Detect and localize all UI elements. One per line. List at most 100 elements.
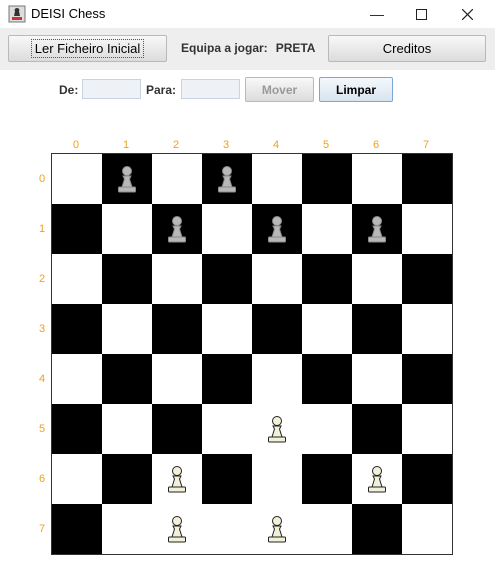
board-square[interactable] <box>252 154 302 204</box>
load-initial-file-button[interactable]: Ler Ficheiro Inicial <box>8 35 167 62</box>
minimize-icon[interactable]: — <box>354 0 400 28</box>
board-square[interactable] <box>352 504 402 554</box>
board-square[interactable] <box>352 204 402 254</box>
pawn-icon[interactable] <box>114 164 140 194</box>
board-square[interactable] <box>152 304 202 354</box>
board-square[interactable] <box>102 504 152 554</box>
board-square[interactable] <box>402 504 452 554</box>
pawn-icon[interactable] <box>264 414 290 444</box>
board-square[interactable] <box>252 354 302 404</box>
row-label: 2 <box>39 273 46 285</box>
chess-app-icon <box>8 5 26 23</box>
board-square[interactable] <box>252 404 302 454</box>
board-square[interactable] <box>102 154 152 204</box>
board-square[interactable] <box>52 254 102 304</box>
board-square[interactable] <box>102 254 152 304</box>
board-square[interactable] <box>302 504 352 554</box>
column-label: 4 <box>273 139 280 151</box>
to-label: Para: <box>146 83 177 97</box>
board-square[interactable] <box>352 404 402 454</box>
board-square[interactable] <box>402 354 452 404</box>
board-square[interactable] <box>352 304 402 354</box>
board-square[interactable] <box>202 154 252 204</box>
board-square[interactable] <box>202 304 252 354</box>
board-square[interactable] <box>152 404 202 454</box>
board-square[interactable] <box>252 504 302 554</box>
credits-button[interactable]: Creditos <box>328 35 486 62</box>
board-square[interactable] <box>402 404 452 454</box>
pawn-icon[interactable] <box>214 164 240 194</box>
row-label: 0 <box>39 173 46 185</box>
board-square[interactable] <box>352 454 402 504</box>
board-square[interactable] <box>302 354 352 404</box>
board-square[interactable] <box>52 454 102 504</box>
pawn-icon[interactable] <box>264 514 290 544</box>
board-square[interactable] <box>102 404 152 454</box>
board-square[interactable] <box>152 204 202 254</box>
from-input[interactable] <box>82 79 141 99</box>
board-square[interactable] <box>302 204 352 254</box>
board-square[interactable] <box>202 404 252 454</box>
clear-button[interactable]: Limpar <box>319 77 393 102</box>
board-square[interactable] <box>352 254 402 304</box>
board-square[interactable] <box>102 454 152 504</box>
column-label: 3 <box>223 139 230 151</box>
pawn-icon[interactable] <box>164 214 190 244</box>
pawn-icon[interactable] <box>164 514 190 544</box>
board-square[interactable] <box>102 204 152 254</box>
board-square[interactable] <box>152 154 202 204</box>
load-initial-file-label: Ler Ficheiro Inicial <box>30 39 145 58</box>
board-square[interactable] <box>202 254 252 304</box>
pawn-icon[interactable] <box>264 214 290 244</box>
board-square[interactable] <box>252 204 302 254</box>
board-square[interactable] <box>152 454 202 504</box>
board-square[interactable] <box>152 504 202 554</box>
pawn-icon[interactable] <box>164 464 190 494</box>
board-square[interactable] <box>252 454 302 504</box>
board-square[interactable] <box>102 304 152 354</box>
turn-label: Equipa a jogar: <box>181 41 268 55</box>
column-label: 7 <box>423 139 430 151</box>
board-square[interactable] <box>202 454 252 504</box>
board-square[interactable] <box>302 154 352 204</box>
board-square[interactable] <box>302 304 352 354</box>
move-button[interactable]: Mover <box>245 77 314 102</box>
column-label: 1 <box>123 139 130 151</box>
board-square[interactable] <box>152 354 202 404</box>
turn-indicator: Equipa a jogar: PRETA <box>181 41 315 55</box>
board-square[interactable] <box>52 404 102 454</box>
row-label: 7 <box>39 523 46 535</box>
board-square[interactable] <box>302 454 352 504</box>
board-square[interactable] <box>352 354 402 404</box>
board-square[interactable] <box>402 204 452 254</box>
board-square[interactable] <box>202 504 252 554</box>
column-label: 0 <box>73 139 80 151</box>
board-square[interactable] <box>52 154 102 204</box>
to-input[interactable] <box>181 79 240 99</box>
board-square[interactable] <box>52 304 102 354</box>
board-square[interactable] <box>402 304 452 354</box>
row-label: 1 <box>39 223 46 235</box>
board-square[interactable] <box>52 204 102 254</box>
board-square[interactable] <box>202 204 252 254</box>
maximize-icon[interactable] <box>398 0 444 28</box>
board-square[interactable] <box>252 254 302 304</box>
board-square[interactable] <box>402 454 452 504</box>
move-panel: De: Para: Mover Limpar <box>0 70 495 110</box>
chess-board[interactable] <box>51 153 453 555</box>
board-square[interactable] <box>402 154 452 204</box>
board-square[interactable] <box>102 354 152 404</box>
board-square[interactable] <box>402 254 452 304</box>
board-square[interactable] <box>202 354 252 404</box>
board-square[interactable] <box>52 504 102 554</box>
pawn-icon[interactable] <box>364 464 390 494</box>
board-square[interactable] <box>152 254 202 304</box>
board-square[interactable] <box>52 354 102 404</box>
board-square[interactable] <box>352 154 402 204</box>
close-icon[interactable] <box>444 0 490 28</box>
pawn-icon[interactable] <box>364 214 390 244</box>
board-square[interactable] <box>252 304 302 354</box>
board-square[interactable] <box>302 254 352 304</box>
board-square[interactable] <box>302 404 352 454</box>
title-bar: DEISI Chess — <box>0 0 495 29</box>
